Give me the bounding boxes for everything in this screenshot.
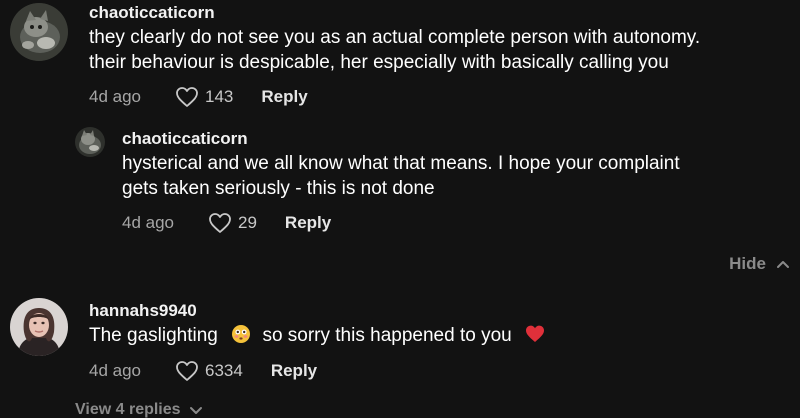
reply-username[interactable]: chaoticcaticorn	[122, 129, 248, 149]
like-count: 6334	[205, 361, 243, 380]
reply-meta: 4d ago 29 Reply	[122, 212, 331, 234]
comment-timestamp: 4d ago	[89, 361, 141, 380]
comment-meta: 4d ago 6334 Reply	[89, 360, 317, 382]
comment-text: The gaslighting so sorry this happened t…	[89, 323, 545, 349]
comment-meta: 4d ago 143 Reply	[89, 86, 308, 108]
like-count: 143	[205, 87, 234, 106]
comments-panel: chaoticcaticorn they clearly do not see …	[0, 0, 800, 418]
hide-replies-label: Hide	[729, 254, 766, 273]
comment-text-line: they clearly do not see you as an actual…	[89, 27, 701, 48]
red-heart-emoji	[525, 325, 544, 342]
reply-timestamp: 4d ago	[122, 213, 174, 232]
view-replies-label: View 4 replies	[75, 401, 181, 418]
like-button[interactable]: 143	[175, 86, 261, 108]
heart-icon	[209, 213, 231, 233]
reply-button[interactable]: Reply	[271, 361, 317, 381]
reply-text-line: gets taken seriously - this is not done	[122, 178, 435, 199]
comment-username[interactable]: chaoticcaticorn	[89, 3, 215, 23]
hide-replies-button[interactable]: Hide	[729, 254, 790, 274]
view-replies-button[interactable]: View 4 replies	[75, 401, 203, 418]
chevron-down-icon	[189, 407, 202, 414]
comment-username[interactable]: hannahs9940	[89, 301, 197, 321]
reply-button[interactable]: Reply	[285, 213, 331, 233]
cat-avatar-icon[interactable]	[10, 3, 68, 61]
reply-text-line: hysterical and we all know what that mea…	[122, 153, 680, 174]
reply-button[interactable]: Reply	[261, 87, 307, 107]
heart-icon	[176, 87, 198, 107]
like-button[interactable]: 29	[208, 212, 285, 234]
comment-text-segment: The gaslighting	[89, 325, 218, 346]
like-count: 29	[238, 213, 257, 232]
comment-text-segment: so sorry this happened to you	[262, 325, 512, 346]
like-button[interactable]: 6334	[175, 360, 271, 382]
comment-text-line: their behaviour is despicable, her espec…	[89, 52, 669, 73]
person-avatar-icon[interactable]	[10, 298, 68, 356]
chevron-up-icon	[777, 261, 789, 268]
heart-icon	[176, 361, 198, 381]
flushed-face-emoji	[232, 325, 251, 343]
cat-avatar-icon[interactable]	[75, 127, 105, 157]
comment-timestamp: 4d ago	[89, 87, 141, 106]
